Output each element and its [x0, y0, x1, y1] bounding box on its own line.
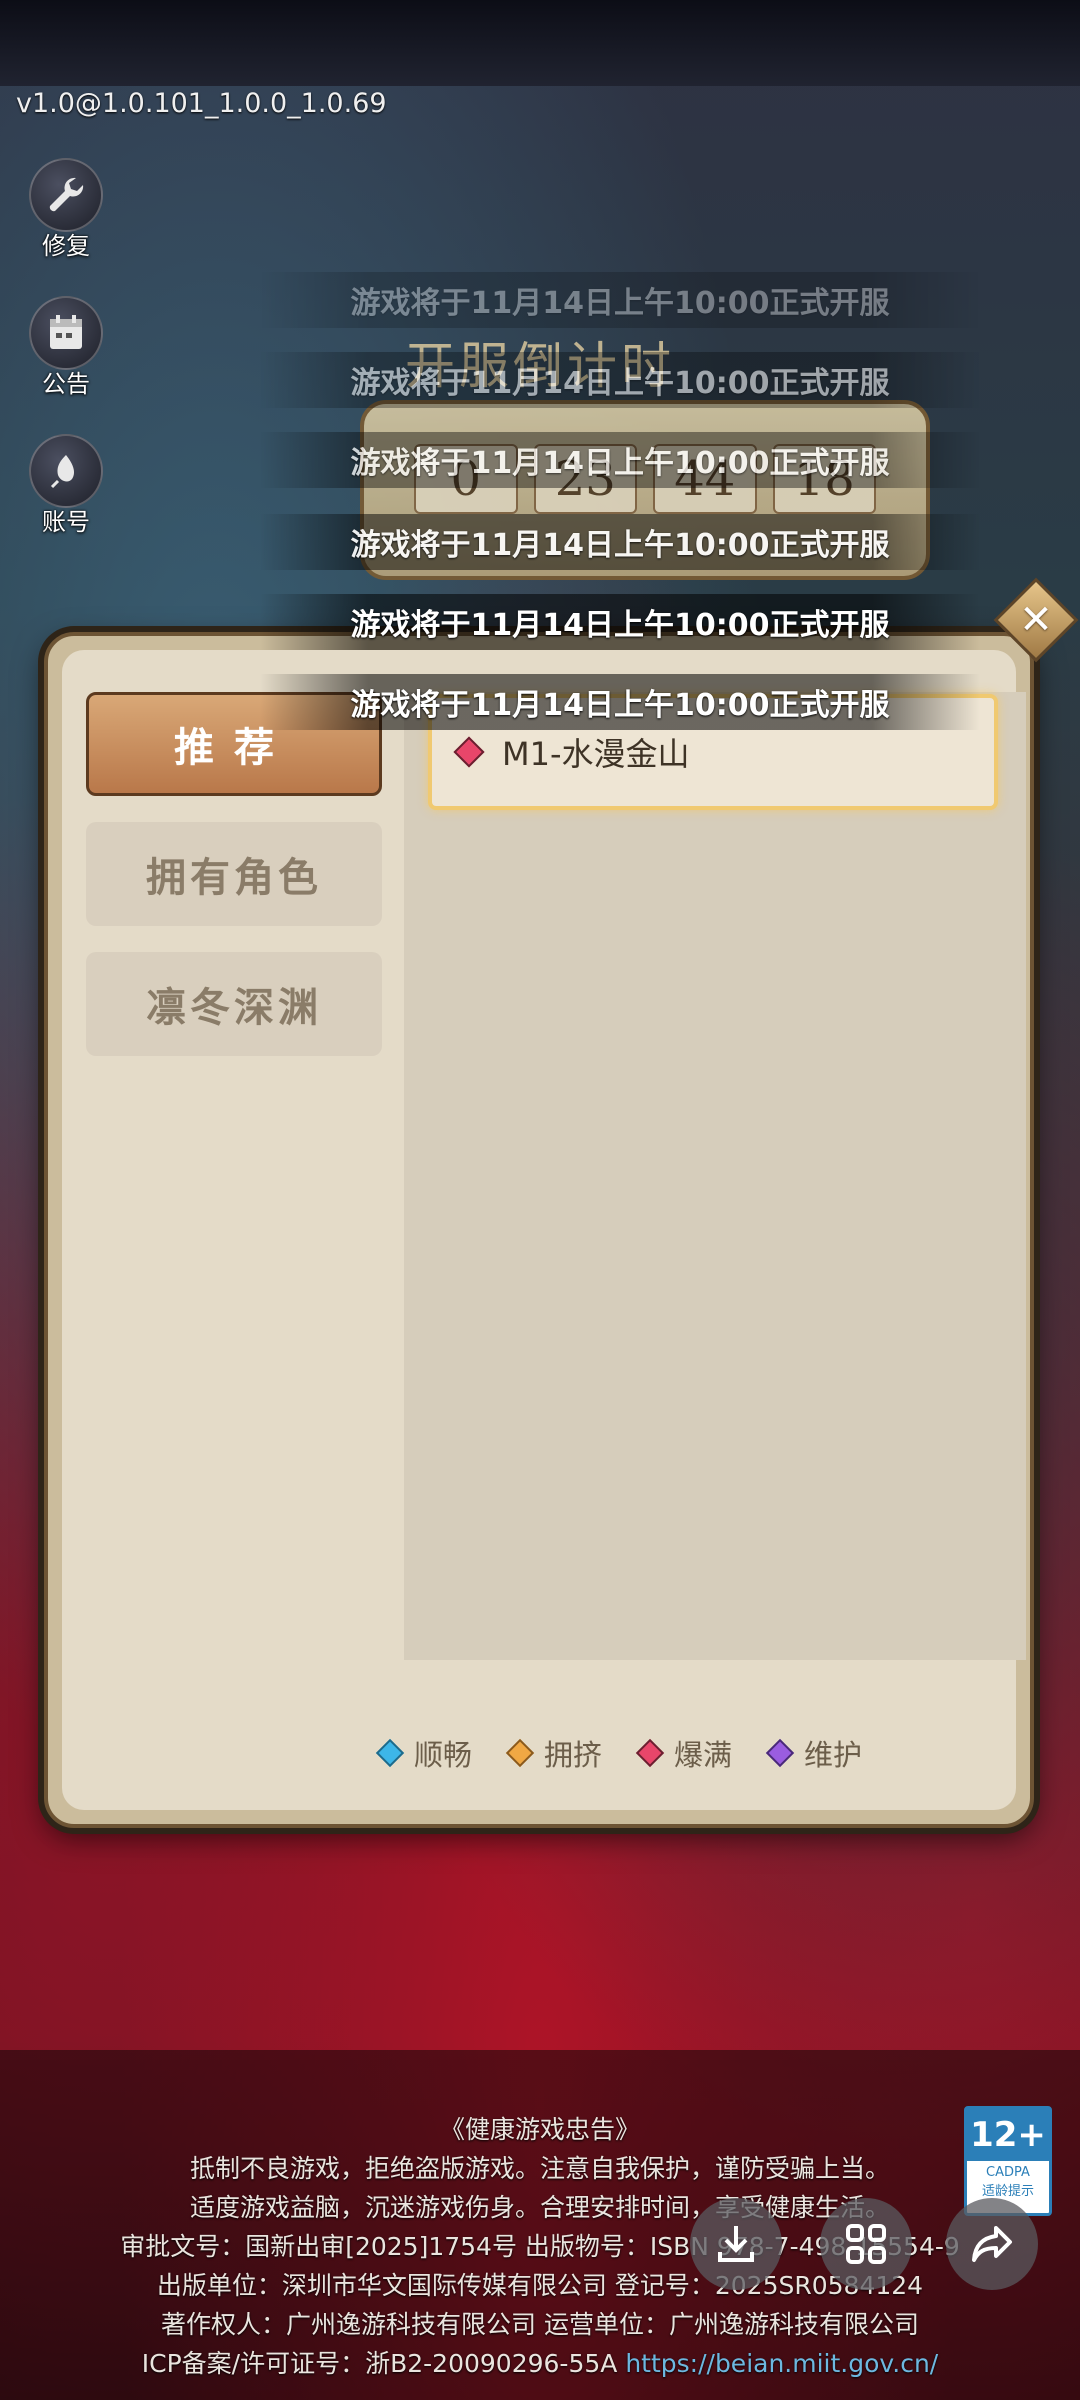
approval-info: 审批文号：国新出审[2025]1754号 出版物号：ISBN 978-7-498…	[120, 2232, 960, 2261]
version-label: v1.0@1.0.101_1.0.0_1.0.69	[16, 88, 387, 119]
health-notice-line: 适度游戏益脑，沉迷游戏伤身。合理安排时间，享受健康生活。	[189, 2193, 890, 2222]
toast-message: 游戏将于11月14日上午10:00正式开服	[260, 594, 980, 650]
repair-label: 修复	[42, 232, 90, 260]
share-button[interactable]	[946, 2198, 1038, 2290]
share-icon	[972, 2226, 1012, 2262]
legend-crowded: 拥挤	[505, 1732, 602, 1774]
tab-owned-characters[interactable]: 拥有角色	[86, 822, 382, 926]
diamond-red-icon	[635, 1738, 665, 1768]
download-icon	[718, 2226, 754, 2262]
health-notice-title: 《健康游戏忠告》	[439, 2115, 640, 2144]
diamond-blue-icon	[375, 1738, 405, 1768]
diamond-orange-icon	[505, 1738, 535, 1768]
toast-message: 游戏将于11月14日上午10:00正式开服	[260, 272, 980, 328]
close-icon: ✕	[1019, 597, 1053, 643]
status-legend: 顺畅 拥挤 爆满 维护	[375, 1732, 862, 1774]
icp-info: ICP备案/许可证号：浙B2-20090296-55A https://beia…	[141, 2349, 939, 2378]
legend-smooth: 顺畅	[375, 1732, 472, 1774]
server-tabs: 推荐 拥有角色 凛冬深渊	[86, 692, 382, 1082]
legend-full: 爆满	[635, 1732, 732, 1774]
diamond-purple-icon	[765, 1738, 795, 1768]
download-button[interactable]	[690, 2198, 782, 2290]
status-full-icon	[453, 736, 485, 768]
account-label: 账号	[42, 508, 90, 536]
repair-button[interactable]: 修复	[26, 158, 106, 261]
icp-link[interactable]: https://beian.miit.gov.cn/	[625, 2349, 938, 2378]
server-name: M1-水漫金山	[502, 735, 690, 773]
legend-maintenance: 维护	[765, 1732, 862, 1774]
tab-winter-abyss[interactable]: 凛冬深渊	[86, 952, 382, 1056]
health-notice: 《健康游戏忠告》 抵制不良游戏，拒绝盗版游戏。注意自我保护，谨防受骗上当。 适度…	[0, 2110, 1080, 2383]
account-icon	[29, 434, 103, 508]
copyright-info: 著作权人：广州逸游科技有限公司 运营单位：广州逸游科技有限公司	[161, 2310, 919, 2339]
server-list: M1-水漫金山	[404, 692, 1026, 1660]
health-notice-line: 抵制不良游戏，拒绝盗版游戏。注意自我保护，谨防受骗上当。	[189, 2154, 890, 2183]
toast-message: 游戏将于11月14日上午10:00正式开服	[260, 674, 980, 730]
apps-button[interactable]	[820, 2198, 912, 2290]
toast-message: 游戏将于11月14日上午10:00正式开服	[260, 432, 980, 488]
grid-icon	[846, 2224, 886, 2264]
toast-message: 游戏将于11月14日上午10:00正式开服	[260, 352, 980, 408]
top-banner	[0, 0, 1080, 86]
publisher-info: 出版单位：深圳市华文国际传媒有限公司 登记号：2025SR0584124	[156, 2271, 924, 2300]
account-button[interactable]: 账号	[26, 434, 106, 537]
wrench-icon	[29, 158, 103, 232]
toast-message: 游戏将于11月14日上午10:00正式开服	[260, 514, 980, 570]
